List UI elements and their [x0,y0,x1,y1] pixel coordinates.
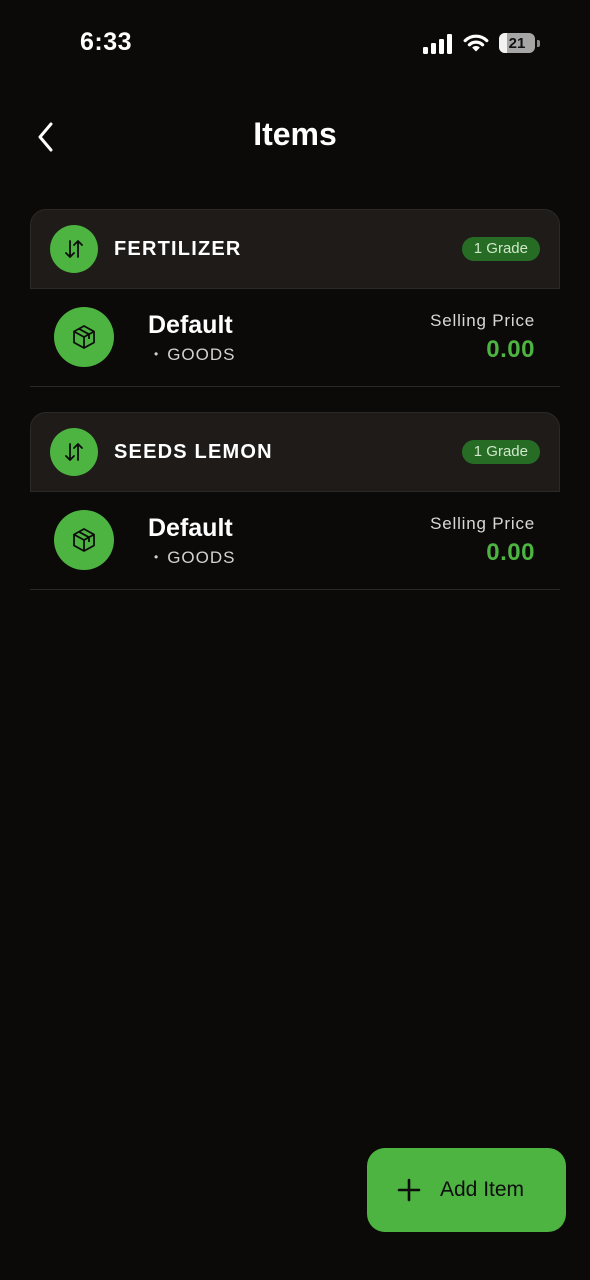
plus-icon [397,1178,421,1202]
battery-level: 21 [508,34,526,52]
item-name: Default [148,311,233,339]
items-screen: 6:33 21 Items FERTILIZER 1 Grade Default… [0,0,590,1280]
add-item-button[interactable]: Add Item [367,1148,566,1232]
bullet-dot: • [154,347,160,361]
battery-icon: 21 [499,33,543,55]
item-group-fertilizer: FERTILIZER 1 Grade Default • GOODS Sellin… [30,209,560,387]
item-row[interactable]: Default • GOODS Selling Price 0.00 [30,289,560,387]
item-name: Default [148,514,233,542]
bullet-dot: • [154,550,160,564]
item-type: • GOODS [154,345,236,365]
add-item-label: Add Item [440,1178,525,1201]
item-group-seeds-lemon: SEEDS LEMON 1 Grade Default • GOODS Selli… [30,412,560,590]
status-bar: 6:33 21 [0,0,590,88]
grade-badge: 1 Grade [461,237,540,261]
page-title: Items [253,116,337,152]
battery-fill [499,33,507,53]
price-value: 0.00 [486,539,535,566]
battery-body: 21 [499,33,535,53]
cellular-signal-icon [423,34,452,54]
price-value: 0.00 [486,336,535,363]
group-header[interactable]: SEEDS LEMON 1 Grade [30,412,560,492]
item-row[interactable]: Default • GOODS Selling Price 0.00 [30,492,560,590]
group-name: SEEDS LEMON [114,441,273,463]
package-icon [54,307,114,367]
group-header[interactable]: FERTILIZER 1 Grade [30,209,560,289]
grade-badge: 1 Grade [461,440,540,464]
package-icon [54,510,114,570]
price-label: Selling Price [430,311,535,330]
sort-arrows-icon [50,225,98,273]
sort-arrows-icon [50,428,98,476]
price-label: Selling Price [430,514,535,533]
battery-tip [537,40,540,47]
group-name: FERTILIZER [114,238,242,260]
item-type-label: GOODS [167,345,236,364]
item-type-label: GOODS [167,548,236,567]
item-type: • GOODS [154,548,236,568]
status-time: 6:33 [80,28,133,56]
wifi-icon [463,34,489,52]
